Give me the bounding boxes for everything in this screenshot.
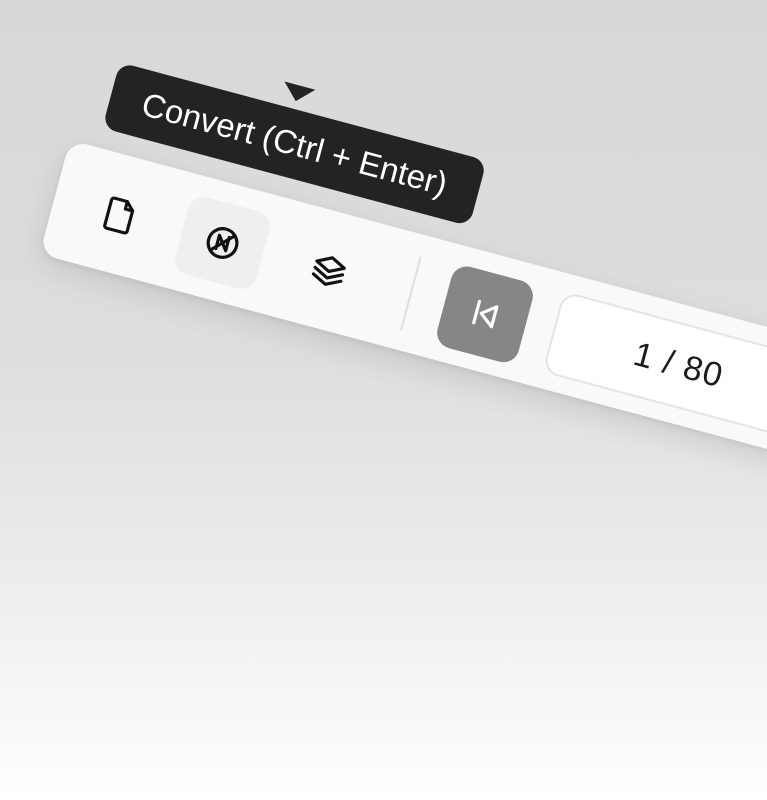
layers-button[interactable]: [278, 222, 380, 321]
first-page-button[interactable]: [433, 262, 537, 366]
screen: 1 / 80 Convert (Ctrl + Enter): [0, 0, 767, 800]
convert-icon: [206, 227, 239, 259]
skip-to-first-icon: [472, 299, 499, 329]
file-icon: [103, 196, 135, 235]
tooltip-arrow: [280, 81, 316, 106]
toolbar-divider: [400, 256, 422, 331]
file-button[interactable]: [69, 166, 171, 265]
page-indicator[interactable]: 1 / 80: [542, 290, 767, 440]
convert-button[interactable]: [171, 193, 274, 293]
layers-icon: [311, 256, 346, 286]
